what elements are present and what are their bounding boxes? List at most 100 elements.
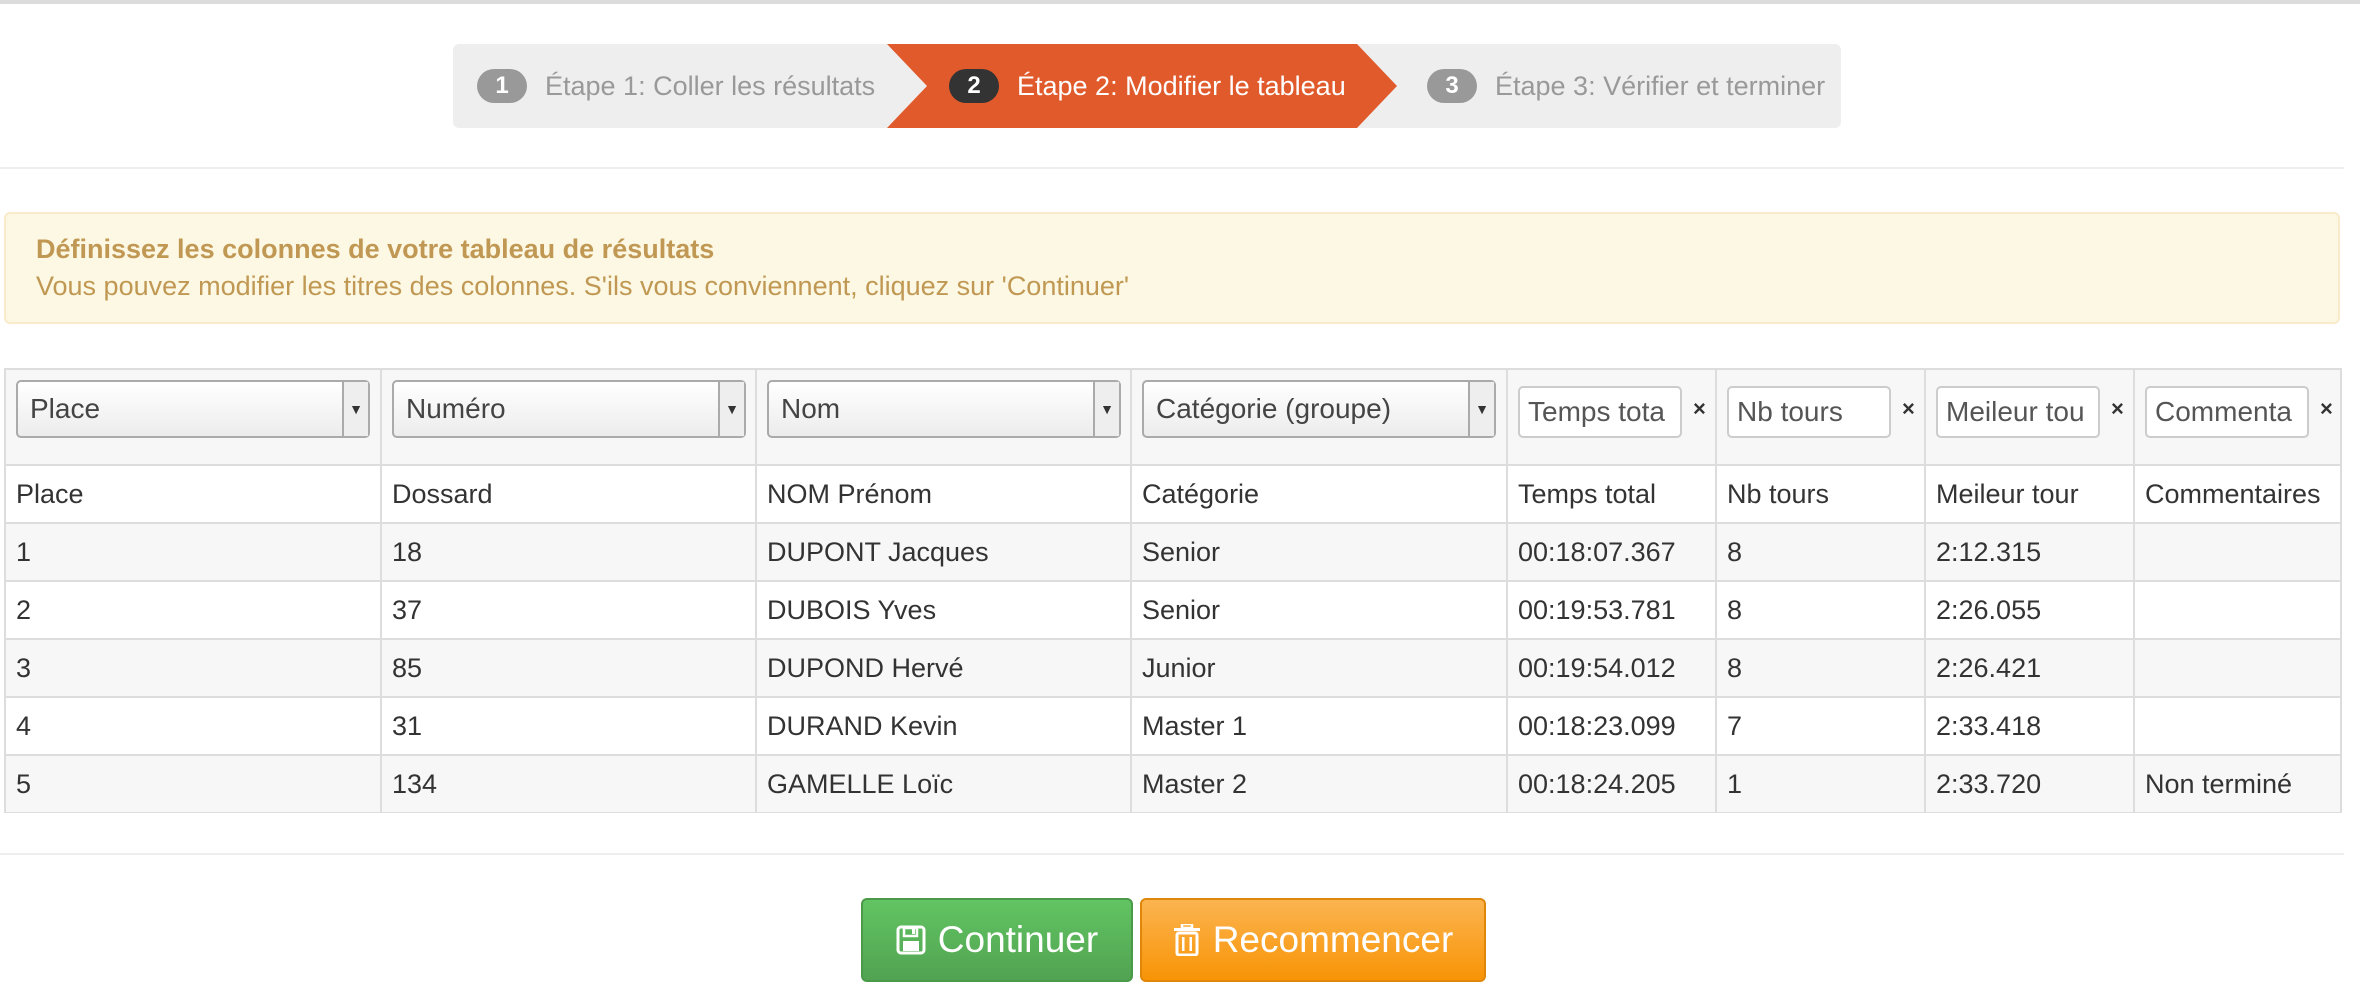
table-cell: 1 <box>1715 756 1924 812</box>
select-value: Nom <box>781 393 841 424</box>
input-value: Nb tours <box>1737 396 1843 427</box>
column-header: Place <box>16 478 84 509</box>
table-row: 4 31 DURAND Kevin Master 1 00:18:23.099 7 2:33… <box>6 696 2340 754</box>
table-cell: Junior <box>1130 640 1506 696</box>
table-cell: 8 <box>1715 640 1924 696</box>
table-cell: 2:33.418 <box>1924 698 2133 754</box>
table-cell <box>2133 524 2340 580</box>
table-row: 1 18 DUPONT Jacques Senior 00:18:07.367 8 2:12… <box>6 522 2340 580</box>
table-cell <box>2133 698 2340 754</box>
table-cell: 00:18:24.205 <box>1506 756 1715 812</box>
table-row: 5 134 GAMELLE Loïc Master 2 00:18:24.205 1 2:3… <box>6 754 2340 812</box>
restart-button[interactable]: Recommencer <box>1140 898 1486 982</box>
column-cell: Nom ▼ <box>755 370 1130 464</box>
table-cell: 00:19:54.012 <box>1506 640 1715 696</box>
table-cell: DUBOIS Yves <box>755 582 1130 638</box>
table-cell: 7 <box>1715 698 1924 754</box>
column-cell: Nb tours × <box>1715 370 1924 464</box>
table-cell: 2:12.315 <box>1924 524 2133 580</box>
table-cell: 00:19:53.781 <box>1506 582 1715 638</box>
column-header: NOM Prénom <box>755 466 1130 522</box>
info-alert: Définissez les colonnes de votre tableau… <box>4 212 2340 324</box>
table-cell <box>2133 640 2340 696</box>
top-border <box>0 0 2360 4</box>
input-value: Temps tota <box>1528 396 1665 427</box>
alert-text: Vous pouvez modifier les titres des colo… <box>36 271 1130 301</box>
column-select-place[interactable]: Place ▼ <box>16 380 370 438</box>
wizard-step-2[interactable]: 2 Étape 2: Modifier le tableau <box>949 44 1346 128</box>
table-cell: DURAND Kevin <box>755 698 1130 754</box>
table-cell: Senior <box>1130 582 1506 638</box>
table-cell: 4 <box>16 710 32 741</box>
dropdown-arrow-icon: ▼ <box>718 382 744 436</box>
button-label: Continuer <box>937 919 1099 960</box>
results-table: Place ▼ Numéro ▼ Nom ▼ Catégorie (groupe… <box>4 368 2342 813</box>
column-select-numero[interactable]: Numéro ▼ <box>392 380 746 438</box>
dropdown-arrow-icon: ▼ <box>342 382 368 436</box>
column-header: Nb tours <box>1715 466 1924 522</box>
step-label: Étape 1: Coller les résultats <box>545 70 876 101</box>
table-cell: Master 1 <box>1130 698 1506 754</box>
table-row: 3 85 DUPOND Hervé Junior 00:19:54.012 8 2:26.4… <box>6 638 2340 696</box>
continue-button[interactable]: Continuer <box>861 898 1133 982</box>
divider <box>0 853 2344 855</box>
table-cell: 2:26.421 <box>1924 640 2133 696</box>
column-cell: Temps tota × <box>1506 370 1715 464</box>
table-cell: Non terminé <box>2133 756 2340 812</box>
table-cell: 31 <box>380 698 755 754</box>
column-header: Catégorie <box>1130 466 1506 522</box>
button-label: Recommencer <box>1212 919 1454 960</box>
table-cell: 134 <box>380 756 755 812</box>
trash-icon <box>1173 924 1201 956</box>
column-select-categorie[interactable]: Catégorie (groupe) ▼ <box>1142 380 1496 438</box>
column-title-input-nbtours[interactable]: Nb tours <box>1727 386 1891 438</box>
column-title-input-commentaires[interactable]: Commenta <box>2145 386 2309 438</box>
table-cell <box>2133 582 2340 638</box>
table-cell: 37 <box>380 582 755 638</box>
column-title-input-meilleur[interactable]: Meileur tou <box>1936 386 2100 438</box>
table-cell: 18 <box>380 524 755 580</box>
column-cell: Catégorie (groupe) ▼ <box>1130 370 1506 464</box>
table-row: 2 37 DUBOIS Yves Senior 00:19:53.781 8 2:26.05… <box>6 580 2340 638</box>
table-cell: 3 <box>16 652 32 683</box>
step-label: Étape 3: Vérifier et terminer <box>1495 70 1826 101</box>
step-number-badge: 1 <box>477 69 527 103</box>
step-number-badge: 2 <box>949 69 999 103</box>
wizard-steps: 1 Étape 1: Coller les résultats 2 Étape … <box>453 44 1841 128</box>
wizard-step-1[interactable]: 1 Étape 1: Coller les résultats <box>477 44 875 128</box>
column-header: Meileur tour <box>1924 466 2133 522</box>
select-value: Catégorie (groupe) <box>1156 393 1392 424</box>
table-cell: Senior <box>1130 524 1506 580</box>
table-header-row: Place Dossard NOM Prénom Catégorie Temps tot… <box>6 464 2340 522</box>
table-cell: Master 2 <box>1130 756 1506 812</box>
remove-column-icon[interactable]: × <box>2111 396 2124 422</box>
wizard-step-3[interactable]: 3 Étape 3: Vérifier et terminer <box>1427 44 1825 128</box>
table-cell: 8 <box>1715 582 1924 638</box>
remove-column-icon[interactable]: × <box>2320 396 2333 422</box>
column-header: Temps total <box>1506 466 1715 522</box>
column-cell: Commenta × <box>2133 370 2340 464</box>
remove-column-icon[interactable]: × <box>1902 396 1915 422</box>
remove-column-icon[interactable]: × <box>1693 396 1706 422</box>
column-title-input-temps[interactable]: Temps tota <box>1518 386 1682 438</box>
table-cell: 2:33.720 <box>1924 756 2133 812</box>
dropdown-arrow-icon: ▼ <box>1093 382 1119 436</box>
alert-title: Définissez les colonnes de votre tableau… <box>36 234 715 264</box>
column-cell: Place ▼ <box>6 370 380 464</box>
table-cell: 2 <box>16 594 32 625</box>
column-cell: Meileur tou × <box>1924 370 2133 464</box>
table-cell: 8 <box>1715 524 1924 580</box>
dropdown-arrow-icon: ▼ <box>1468 382 1494 436</box>
table-cell: 00:18:23.099 <box>1506 698 1715 754</box>
table-cell: 1 <box>16 536 32 567</box>
column-header: Dossard <box>380 466 755 522</box>
select-value: Numéro <box>406 393 506 424</box>
select-value: Place <box>30 393 101 424</box>
column-select-nom[interactable]: Nom ▼ <box>767 380 1121 438</box>
table-cell: DUPONT Jacques <box>755 524 1130 580</box>
input-value: Meileur tou <box>1946 396 2085 427</box>
divider <box>0 167 2344 169</box>
step-label: Étape 2: Modifier le tableau <box>1017 70 1346 101</box>
column-cell: Numéro ▼ <box>380 370 755 464</box>
save-icon <box>896 925 926 955</box>
